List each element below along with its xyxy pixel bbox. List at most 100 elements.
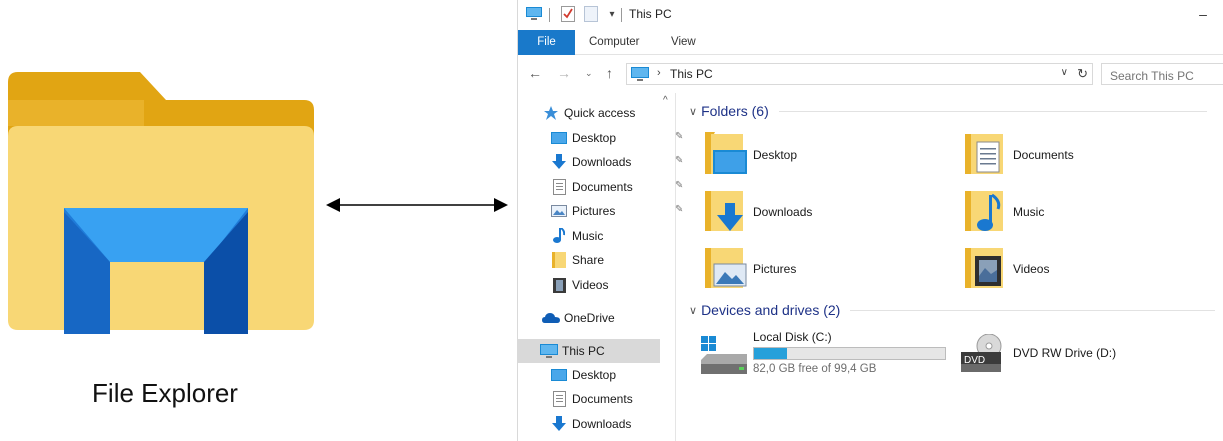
nav-label: Desktop xyxy=(572,131,617,145)
nav-label: Music xyxy=(572,229,604,243)
explorer-window: ▾ This PC – File Computer View ← → ⌄ ↑ ›… xyxy=(517,0,1223,441)
folder-desktop[interactable]: Desktop xyxy=(705,131,797,179)
nav-label: Downloads xyxy=(572,417,632,431)
folder-music[interactable]: Music xyxy=(965,188,1044,236)
scroll-up-icon[interactable]: ^ xyxy=(663,95,668,106)
nav-this-pc[interactable]: This PC xyxy=(540,340,605,362)
folder-label: Documents xyxy=(1013,148,1074,162)
nav-label: Downloads xyxy=(572,155,632,169)
nav-label: Desktop xyxy=(572,368,617,382)
logo-caption: File Explorer xyxy=(92,378,238,408)
documents-icon xyxy=(550,178,568,196)
nav-label: Videos xyxy=(572,278,609,292)
group-divider xyxy=(850,309,1216,311)
drive-label: DVD RW Drive (D:) xyxy=(1013,346,1117,360)
nav-item-desktop[interactable]: Desktop ✎ xyxy=(550,127,690,149)
cloud-icon xyxy=(542,309,560,327)
nav-label: Share xyxy=(572,253,605,267)
breadcrumb-this-pc[interactable]: This PC xyxy=(670,67,713,81)
drive-d[interactable]: DVD DVD RW Drive (D:) xyxy=(961,334,1116,374)
nav-item-share[interactable]: Share xyxy=(550,249,604,271)
nav-onedrive[interactable]: OneDrive xyxy=(542,307,615,329)
star-icon xyxy=(542,104,560,122)
drives-group-header[interactable]: ∨ Devices and drives (2) xyxy=(689,302,1216,318)
customize-toolbar-icon[interactable]: ▾ xyxy=(604,6,620,22)
nav-item-music[interactable]: Music xyxy=(550,225,603,247)
refresh-icon[interactable]: ↻ xyxy=(1077,66,1088,82)
minimize-button[interactable]: – xyxy=(1194,6,1212,22)
window-title: This PC xyxy=(629,7,672,21)
computer-icon xyxy=(540,342,558,360)
double-arrow-icon xyxy=(326,198,508,212)
tab-view[interactable]: View xyxy=(671,30,696,55)
this-pc-icon xyxy=(631,67,649,84)
folder-label: Downloads xyxy=(753,205,813,219)
title-separator xyxy=(621,8,622,22)
drive-usage-bar xyxy=(753,347,946,360)
address-row: ← → ⌄ ↑ › This PC ∨ ↻ xyxy=(518,55,1223,93)
nav-this-pc-desktop[interactable]: Desktop xyxy=(550,364,616,386)
folder-downloads[interactable]: Downloads xyxy=(705,188,812,236)
nav-this-pc-documents[interactable]: Documents xyxy=(550,388,633,410)
recent-locations-chevron-icon[interactable]: ⌄ xyxy=(585,64,593,82)
nav-item-downloads[interactable]: Downloads ✎ xyxy=(550,151,690,173)
music-icon xyxy=(550,227,568,245)
desktop-folder-icon xyxy=(705,132,747,174)
folder-videos[interactable]: Videos xyxy=(965,245,1049,293)
desktop-icon xyxy=(550,129,568,147)
drive-free-space: 82,0 GB free of 99,4 GB xyxy=(753,363,877,375)
drive-label: Local Disk (C:) xyxy=(753,330,832,344)
dvd-badge: DVD xyxy=(964,355,985,366)
nav-item-documents[interactable]: Documents ✎ xyxy=(550,176,690,198)
pictures-folder-icon xyxy=(705,248,747,288)
computer-icon[interactable] xyxy=(526,6,542,22)
tab-file[interactable]: File xyxy=(518,30,575,55)
folder-label: Videos xyxy=(1013,262,1050,276)
address-bar[interactable]: › This PC ∨ ↻ xyxy=(626,63,1093,85)
downloads-icon xyxy=(550,415,568,433)
file-explorer-logo-icon xyxy=(8,72,314,334)
nav-label: OneDrive xyxy=(564,311,615,325)
navigation-pane: ^ Quick access Desktop ✎ Downloads ✎ Doc… xyxy=(518,93,683,441)
collapse-chevron-icon[interactable]: ∨ xyxy=(689,304,697,317)
nav-quick-access[interactable]: Quick access xyxy=(542,102,635,124)
address-dropdown-icon[interactable]: ∨ xyxy=(1061,67,1068,78)
folders-group-header[interactable]: ∨ Folders (6) xyxy=(689,103,1207,119)
ribbon-tabs: File Computer View xyxy=(518,30,1223,55)
collapse-chevron-icon[interactable]: ∨ xyxy=(689,105,697,118)
hard-drive-icon xyxy=(701,336,747,374)
drive-c[interactable]: Local Disk (C:) 82,0 GB free of 99,4 GB xyxy=(701,330,946,378)
dvd-drive-icon: DVD xyxy=(961,334,1002,372)
title-separator xyxy=(549,8,550,22)
folder-documents[interactable]: Documents xyxy=(965,131,1074,179)
up-arrow-icon[interactable]: ↑ xyxy=(606,64,613,82)
folder-icon xyxy=(550,251,568,269)
folder-label: Desktop xyxy=(753,148,798,162)
nav-label: This PC xyxy=(562,344,605,358)
breadcrumb-chevron-icon[interactable]: › xyxy=(657,67,661,79)
drive-usage-fill xyxy=(754,348,788,359)
documents-folder-icon xyxy=(965,134,1003,174)
folder-label: Music xyxy=(1013,205,1045,219)
nav-label: Documents xyxy=(572,392,633,406)
folder-label: Pictures xyxy=(753,262,797,276)
documents-icon xyxy=(550,390,568,408)
tab-computer[interactable]: Computer xyxy=(589,30,640,55)
nav-label: Pictures xyxy=(572,204,616,218)
new-folder-icon[interactable] xyxy=(583,6,599,22)
nav-label: Quick access xyxy=(564,106,636,120)
downloads-folder-icon xyxy=(705,191,743,231)
folder-pictures[interactable]: Pictures xyxy=(705,245,796,293)
back-arrow-icon[interactable]: ← xyxy=(528,64,542,82)
title-bar: ▾ This PC – xyxy=(518,0,1223,30)
forward-arrow-icon[interactable]: → xyxy=(557,64,571,82)
videos-icon xyxy=(550,276,568,294)
desktop-icon xyxy=(550,366,568,384)
search-input[interactable] xyxy=(1101,63,1223,85)
nav-item-videos[interactable]: Videos xyxy=(550,274,608,296)
nav-item-pictures[interactable]: Pictures ✎ xyxy=(550,200,690,222)
videos-folder-icon xyxy=(965,248,1003,288)
group-title: Devices and drives (2) xyxy=(701,302,841,318)
nav-this-pc-downloads[interactable]: Downloads xyxy=(550,413,631,435)
properties-icon[interactable] xyxy=(560,6,576,22)
